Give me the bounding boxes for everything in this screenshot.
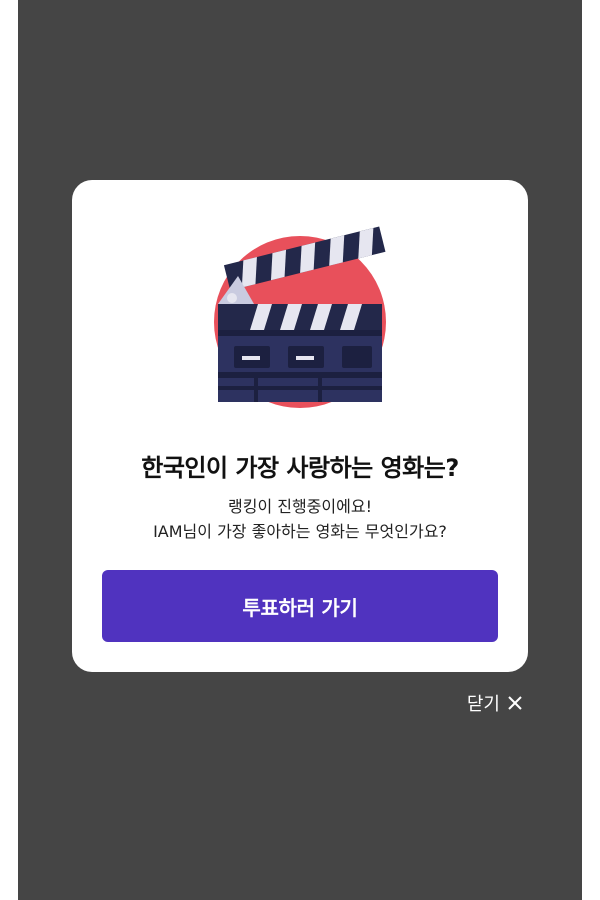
movie-clapperboard-icon (214, 226, 386, 408)
popup-dialog: 한국인이 가장 사랑하는 영화는? 랭킹이 진행중이에요! IAM님이 가장 좋… (72, 180, 528, 672)
close-button[interactable]: 닫기 (467, 690, 524, 716)
vote-button[interactable]: 투표하러 가기 (102, 570, 498, 642)
close-icon (508, 696, 522, 710)
close-label: 닫기 (466, 694, 500, 715)
popup-title: 한국인이 가장 사랑하는 영화는? (141, 454, 459, 482)
popup-subtitle: 랭킹이 진행중이에요! IAM님이 가장 좋아하는 영화는 무엇인가요? (72, 494, 528, 544)
subtitle-line-1: 랭킹이 진행중이에요! (228, 497, 372, 516)
modal-backdrop[interactable]: 한국인이 가장 사랑하는 영화는? 랭킹이 진행중이에요! IAM님이 가장 좋… (18, 0, 582, 900)
subtitle-line-2: IAM님이 가장 좋아하는 영화는 무엇인가요? (153, 522, 447, 541)
